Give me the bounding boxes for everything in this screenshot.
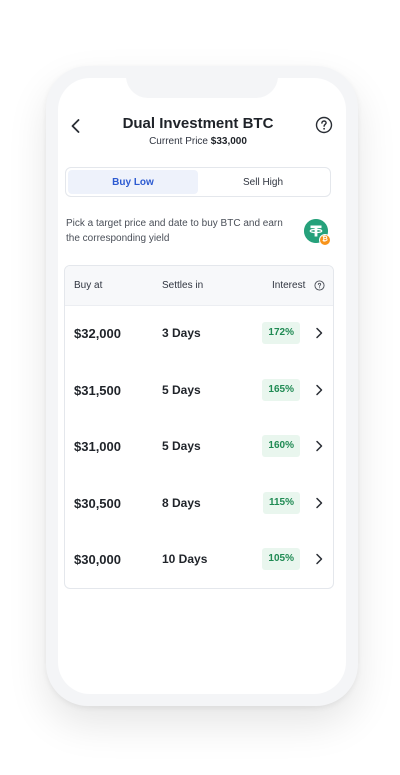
help-circle-icon[interactable] (314, 115, 334, 135)
table-row[interactable]: $30,500 8 Days 115% (65, 476, 333, 533)
info-icon[interactable] (314, 280, 325, 291)
buy-at-price: $31,000 (74, 439, 121, 454)
chevron-right-icon[interactable] (314, 327, 324, 339)
chevron-right-icon[interactable] (314, 497, 324, 509)
table-row[interactable]: $31,000 5 Days 160% (65, 419, 333, 476)
tab-buy-low[interactable]: Buy Low (68, 170, 198, 194)
buy-at-price: $30,000 (74, 552, 121, 567)
settles-in-days: 8 Days (162, 495, 201, 510)
current-price: Current Price $33,000 (88, 136, 308, 147)
buy-sell-tabs: Buy Low Sell High (65, 167, 331, 197)
settles-in-days: 3 Days (162, 326, 201, 340)
current-price-value: $33,000 (210, 136, 247, 147)
interest-badge: 172% (262, 322, 300, 344)
table-row[interactable]: $32,000 3 Days 172% (65, 306, 333, 363)
description-text: Pick a target price and date to buy BTC … (66, 218, 283, 244)
phone-notch (126, 78, 278, 98)
bitcoin-badge-icon: ₿ (319, 234, 331, 246)
column-settles-in: Settles in (162, 280, 204, 291)
chevron-right-icon[interactable] (314, 553, 324, 565)
back-arrow-icon[interactable] (66, 116, 86, 136)
interest-badge: 160% (262, 435, 300, 457)
settles-in-days: 5 Days (162, 439, 201, 453)
interest-badge: 105% (262, 548, 300, 570)
column-interest: Interest (272, 280, 306, 291)
buy-at-price: $31,500 (74, 382, 121, 398)
buy-at-price: $30,500 (74, 495, 121, 511)
chevron-right-icon[interactable] (314, 384, 324, 396)
current-price-label: Current Price (149, 136, 208, 147)
settles-in-days: 10 Days (162, 552, 208, 566)
investment-table: Buy at Settles in Interest $32,000 3 Day… (64, 265, 334, 589)
buy-at-price: $32,000 (74, 326, 121, 341)
chevron-right-icon[interactable] (314, 440, 324, 452)
table-header: Buy at Settles in Interest (65, 266, 333, 306)
interest-badge: 115% (262, 491, 300, 514)
app-screen: Dual Investment BTC Current Price $33,00… (58, 78, 346, 694)
interest-badge: 165% (262, 378, 300, 401)
table-row[interactable]: $31,500 5 Days 165% (65, 363, 333, 420)
page-title: Dual Investment BTC (122, 115, 274, 132)
settles-in-days: 5 Days (162, 382, 201, 397)
table-row[interactable]: $30,000 10 Days 105% (65, 532, 333, 588)
tab-sell-high[interactable]: Sell High (198, 170, 328, 194)
column-buy-at: Buy at (74, 280, 103, 291)
